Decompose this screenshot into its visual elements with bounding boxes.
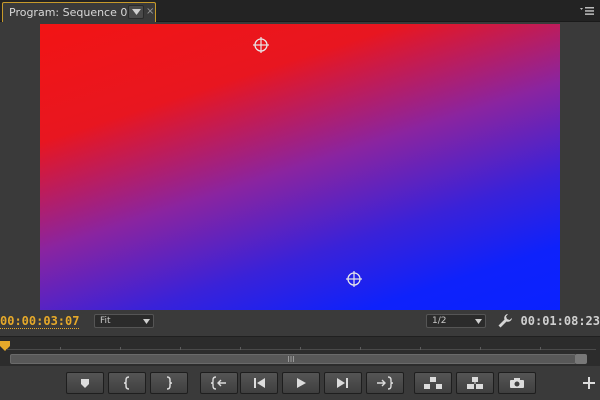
ruler-tick [60,347,61,350]
program-monitor-viewer [0,22,600,310]
ruler-tick [120,347,121,350]
transport-controls [0,370,600,398]
sequence-dropdown-button[interactable] [128,5,144,19]
panel-menu-icon[interactable] [580,5,594,17]
wrench-icon[interactable] [497,313,513,329]
ruler-tick [180,347,181,350]
ruler-tick [300,347,301,350]
go-to-in-icon [210,376,226,390]
step-back-button[interactable] [240,372,278,394]
ruler-tick [420,347,421,350]
zoom-level-select[interactable]: Fit [94,314,154,328]
chevron-down-icon [143,319,150,324]
zoom-level-value: Fit [100,316,111,326]
lift-icon [424,377,442,389]
add-marker-button[interactable] [66,372,104,394]
add-marker-icon [81,379,89,388]
playback-resolution-select[interactable]: 1/2 [426,314,486,328]
ruler-tick [480,347,481,350]
timeline-zoom-scrollbar[interactable] [10,354,587,364]
play-button[interactable] [282,372,320,394]
tab-program-monitor[interactable]: Program: Sequence 01 × [2,2,156,22]
time-ruler[interactable] [0,336,600,366]
current-timecode[interactable]: 00:00:03:07 [0,314,80,329]
ruler-line [6,349,596,350]
play-icon [297,378,306,388]
export-frame-icon [510,378,524,388]
extract-button[interactable] [456,372,494,394]
go-to-out-button[interactable] [366,372,404,394]
mark-in-button[interactable] [108,372,146,394]
export-frame-button[interactable] [498,372,536,394]
go-to-out-icon [377,376,394,390]
tab-label: Program: Sequence 01 [9,6,135,19]
chevron-down-icon [475,319,482,324]
mark-in-icon [123,376,130,390]
duration-timecode: 00:01:08:23 [520,314,600,328]
step-forward-button[interactable] [324,372,362,394]
panel-tab-bar: Program: Sequence 01 × [0,0,600,22]
lift-button[interactable] [414,372,452,394]
crosshair-icon[interactable] [253,37,269,53]
playback-resolution-value: 1/2 [432,316,447,326]
mark-out-button[interactable] [150,372,188,394]
add-icon[interactable] [582,376,596,390]
step-forward-icon [337,378,348,388]
close-tab-button[interactable]: × [146,6,154,18]
zoom-scrollbar-handle[interactable] [575,354,587,364]
crosshair-icon[interactable] [346,271,362,287]
grip-icon[interactable] [287,356,295,362]
extract-icon [467,377,483,389]
video-frame[interactable] [40,24,560,310]
mark-out-icon [166,376,173,390]
chevron-down-icon [132,9,141,15]
monitor-controls-row: 00:00:03:07 Fit 1/2 00:01:08:23 [0,310,600,334]
ruler-tick [360,347,361,350]
step-back-icon [254,378,265,388]
ruler-tick [540,347,541,350]
go-to-in-button[interactable] [200,372,238,394]
ruler-tick [240,347,241,350]
